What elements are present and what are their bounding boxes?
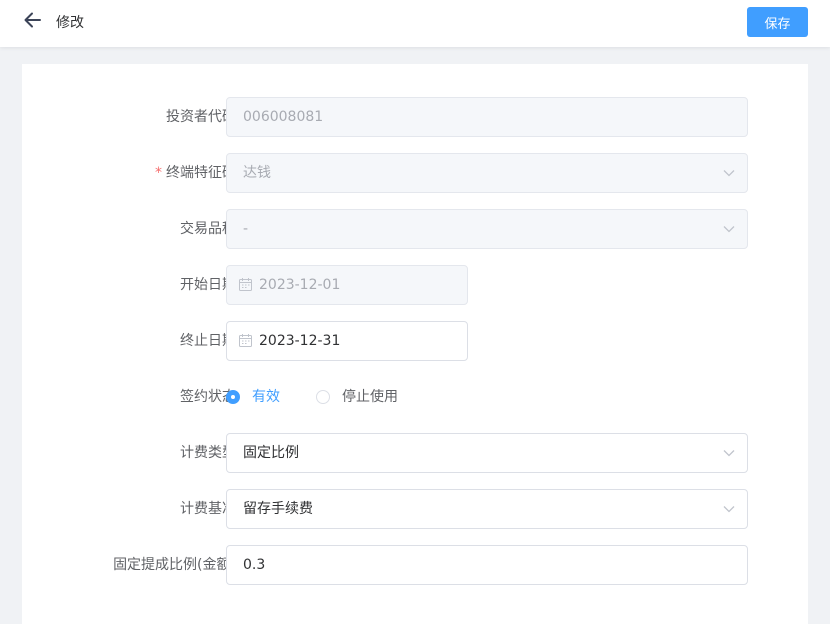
fee-base-value: 留存手续费 bbox=[243, 501, 313, 517]
chevron-down-icon bbox=[723, 226, 735, 233]
arrow-left-icon bbox=[24, 12, 41, 28]
form-row-fee-base: 计费基准 留存手续费 bbox=[22, 489, 808, 529]
terminal-code-value: 达钱 bbox=[243, 165, 271, 181]
fee-base-select[interactable]: 留存手续费 bbox=[226, 489, 748, 529]
chevron-down-icon bbox=[723, 506, 735, 513]
fixed-ratio-label: 固定提成比例(金额) bbox=[113, 557, 236, 573]
edit-form: 投资者代码 006008081 * 终端特征码 达钱 交易品种 - 开始日期 20… bbox=[22, 64, 808, 624]
form-row-terminal-code: * 终端特征码 达钱 bbox=[22, 153, 808, 193]
form-row-end-date: 终止日期 2023-12-31 bbox=[22, 321, 808, 361]
radio-stopped-label: 停止使用 bbox=[342, 389, 398, 405]
fee-type-select[interactable]: 固定比例 bbox=[226, 433, 748, 473]
investor-code-input[interactable]: 006008081 bbox=[226, 97, 748, 137]
radio-circle bbox=[316, 390, 330, 404]
back-button[interactable] bbox=[22, 9, 44, 31]
required-asterisk: * bbox=[155, 165, 162, 181]
investor-code-value: 006008081 bbox=[243, 109, 324, 125]
page-title: 修改 bbox=[56, 15, 84, 31]
chevron-down-icon bbox=[723, 450, 735, 457]
radio-active-label: 有效 bbox=[252, 389, 280, 405]
fixed-ratio-value: 0.3 bbox=[243, 557, 266, 573]
calendar-icon bbox=[239, 278, 252, 291]
form-row-sign-status: 签约状态 有效 停止使用 bbox=[22, 377, 808, 417]
trade-variety-select[interactable]: - bbox=[226, 209, 748, 249]
form-row-investor-code: 投资者代码 006008081 bbox=[22, 97, 808, 137]
save-button[interactable]: 保存 bbox=[747, 7, 808, 37]
chevron-down-icon bbox=[723, 170, 735, 177]
trade-variety-value: - bbox=[243, 221, 249, 237]
terminal-code-label: * 终端特征码 bbox=[155, 153, 236, 193]
start-date-picker[interactable]: 2023-12-01 bbox=[226, 265, 468, 305]
end-date-value: 2023-12-31 bbox=[259, 333, 341, 349]
calendar-icon bbox=[239, 334, 252, 347]
fixed-ratio-input[interactable]: 0.3 bbox=[226, 545, 748, 585]
end-date-picker[interactable]: 2023-12-31 bbox=[226, 321, 468, 361]
start-date-value: 2023-12-01 bbox=[259, 277, 341, 293]
form-row-start-date: 开始日期 2023-12-01 bbox=[22, 265, 808, 305]
terminal-code-select[interactable]: 达钱 bbox=[226, 153, 748, 193]
form-row-fixed-ratio: 固定提成比例(金额) 0.3 bbox=[22, 545, 808, 585]
radio-circle-checked bbox=[226, 390, 240, 404]
form-row-fee-type: 计费类型 固定比例 bbox=[22, 433, 808, 473]
fee-type-value: 固定比例 bbox=[243, 445, 299, 461]
form-row-trade-variety: 交易品种 - bbox=[22, 209, 808, 249]
top-bar: 修改 保存 bbox=[0, 0, 830, 47]
